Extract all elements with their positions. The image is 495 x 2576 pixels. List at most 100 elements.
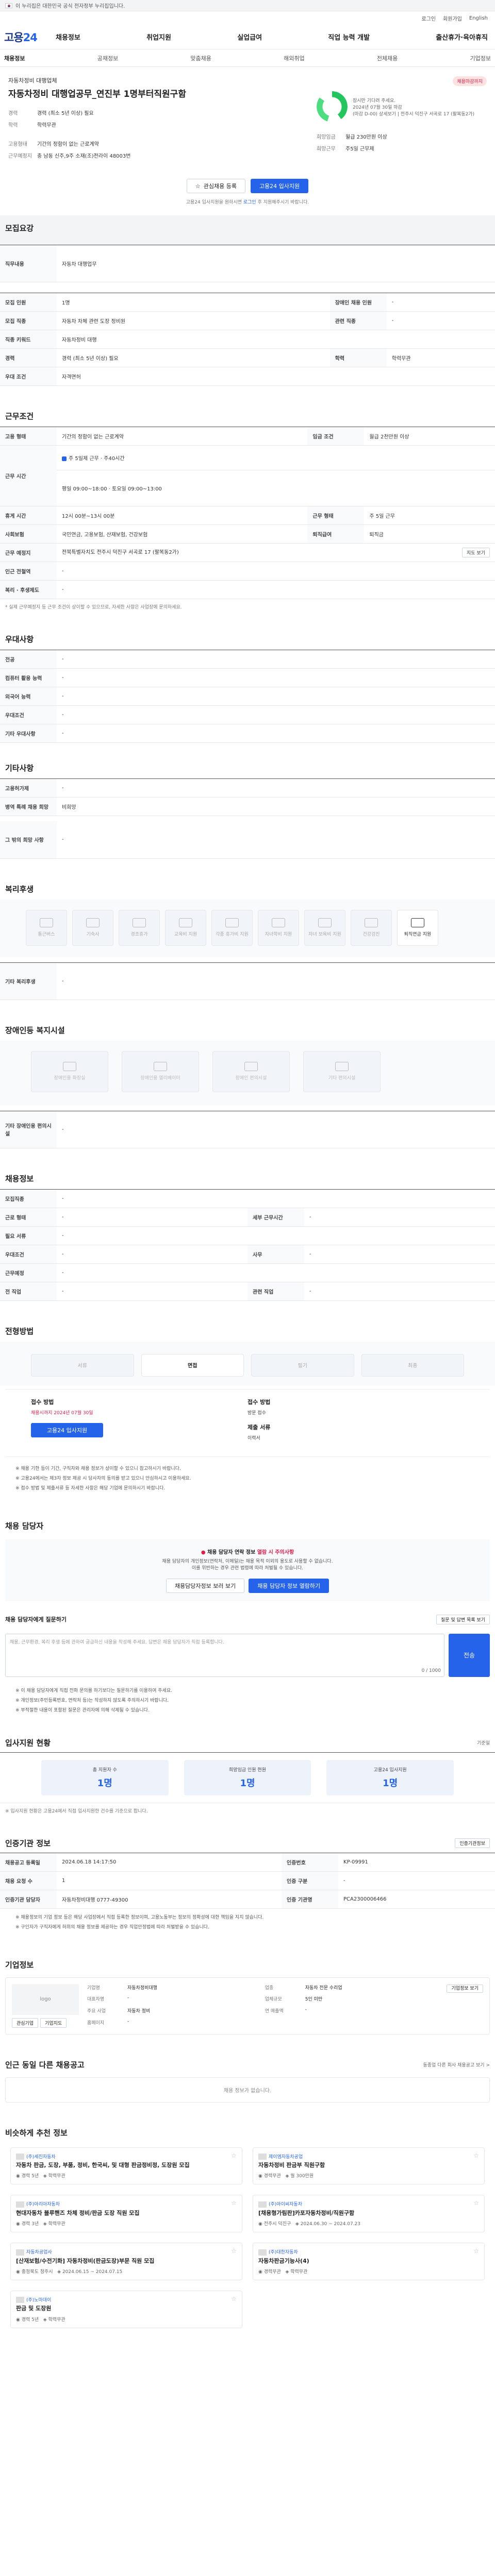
gov-bar: 이 누리집은 대한민국 공식 전자정부 누리집입니다. <box>0 0 495 11</box>
cap-icon: ◈ <box>285 2174 289 2179</box>
star-icon[interactable]: ☆ <box>231 2152 237 2159</box>
site-logo[interactable]: 고용24 <box>4 29 56 45</box>
reco-card[interactable]: ☆ 자동차공업사 [산재보험/수전기화] 자동차정비(판금도장)부문 직원 모집 ◉ … <box>10 2243 242 2280</box>
welfare-icon <box>86 918 100 927</box>
star-icon[interactable]: ☆ <box>473 2247 479 2255</box>
step-document: 서류 <box>31 1353 134 1377</box>
fav-company-button[interactable]: 관심기업 <box>12 2018 39 2028</box>
cap-icon: ◈ <box>43 2222 47 2227</box>
person-icon: ◉ <box>258 2222 262 2227</box>
reco-card[interactable]: ☆ (주)세진자동차 자동차 판금, 도장, 부품, 정비, 한국씨, 및 대형 판… <box>10 2147 242 2185</box>
util-bar: 로그인 회원가입 English <box>0 11 495 25</box>
step-written: 필기 <box>251 1353 354 1377</box>
star-icon[interactable]: ☆ <box>231 2295 237 2302</box>
alert-icon: ● <box>201 1549 206 1555</box>
login-note: 고용24 입사지원을 원하시면 로그인 후 지원해주시기 바랍니다. <box>186 200 309 205</box>
info-button[interactable]: 인증기관정보 <box>455 1838 490 1848</box>
gov-notice: 이 누리집은 대한민국 공식 전자정부 누리집입니다. <box>15 4 125 9</box>
facility-icon <box>244 1062 258 1071</box>
star-icon[interactable]: ☆ <box>473 2152 479 2159</box>
reco-card[interactable]: ☆ (주)아리아자동차 현대자동차 블루핸즈 차체 정비/판금 도장 직원 모집 ◉ … <box>10 2195 242 2233</box>
loading-indicator: 잠시만 기다려 주세요. 2024년 07월 30일 마감 (마감 D-00) … <box>317 86 487 127</box>
contact-open-button[interactable]: 채용 담당자 정보 열람하기 <box>249 1578 329 1593</box>
person-icon: ◉ <box>16 2174 20 2179</box>
info-table: 채용공고 등록일 2024.06.18 14:17:50 인증번호 KP-09991 … <box>0 1852 495 1909</box>
step-interview: 면접 <box>141 1353 244 1377</box>
company-logo-icon <box>258 2249 267 2256</box>
lnb-item[interactable]: 해외취업 <box>284 54 304 62</box>
reco-card[interactable]: ☆ (주)대한자동차 자동차판금기능사(4) ◉ 경력무관 ◈ 학력무관 <box>253 2243 485 2280</box>
star-icon[interactable]: ☆ <box>231 2247 237 2255</box>
facility-icon <box>335 1062 349 1071</box>
welfare-item: 경조휴가 <box>119 909 160 946</box>
language-link[interactable]: English <box>469 15 488 21</box>
lnb-item[interactable]: 맞춤채용 <box>190 54 211 62</box>
company-field: 업체규모 <box>265 1997 282 2003</box>
signup-link[interactable]: 회원가입 <box>443 14 462 22</box>
recruit-section: 모집요강 <box>0 215 495 245</box>
company-name[interactable]: 자동차정비 대행업체 <box>8 76 317 84</box>
lnb-item[interactable]: 전체채용 <box>377 54 398 62</box>
welfare-icon <box>225 918 239 927</box>
reco-card[interactable]: ☆ 제이엠자동차공업 자동차정비 판금부 직원구함 ◉ 경력무관 ◈ 월 300만원 <box>253 2147 485 2185</box>
company-info-button[interactable]: 기업정보 보기 <box>447 1984 483 1993</box>
company-field: - <box>305 2007 307 2012</box>
apply-info: 접수 방법 채용시까지 2024년 07월 30일 고용24 입사지원 접수 방… <box>5 1388 490 1457</box>
send-button[interactable]: 전송 <box>449 1633 490 1677</box>
contact-view-button[interactable]: 채용담당자정보 보러 보기 <box>166 1578 245 1593</box>
similar-link[interactable]: 동종업 다른 회사 채용공고 보기 > <box>423 2061 490 2068</box>
question-input[interactable]: 채용, 근무환경, 복리 후생 등에 관하여 궁금하신 내용을 작성해 주세요.… <box>5 1633 444 1677</box>
save-interest-button[interactable]: ☆ 관심채용 등록 <box>186 179 245 193</box>
apply-button-2[interactable]: 고용24 입사지원 <box>31 1422 103 1437</box>
cap-icon: ◈ <box>295 2222 299 2227</box>
welfare-item: 건강검진 <box>351 909 392 946</box>
reco-card[interactable]: ☆ (주)노마데이 판금 및 도장원 ◉ 경력 5년 ◈ 학력무관 <box>10 2290 242 2328</box>
step-final: 최종 <box>361 1353 464 1377</box>
etc-table: 고용허가제 - 병역 특례 채용 희망 비희망 <box>0 778 495 816</box>
spinner-icon <box>317 91 348 122</box>
work-title: 근무조건 <box>5 412 34 421</box>
map-button[interactable]: 지도 보기 <box>462 548 490 557</box>
company-field: 홈페이지 <box>87 2020 105 2026</box>
nav-employment-support[interactable]: 취업지원 <box>146 32 171 42</box>
reco-card[interactable]: ☆ (주)아이씨자동차 [채용형가림판]카포자동차정비/직원구함 ◉ 전주시 덕진구 … <box>253 2195 485 2233</box>
star-icon[interactable]: ☆ <box>231 2199 237 2207</box>
star-icon[interactable]: ☆ <box>473 2199 479 2207</box>
nav-leave[interactable]: 출산휴가·육아휴직 <box>436 32 488 42</box>
company-field <box>305 2019 439 2028</box>
company-logo: logo <box>12 1984 79 2015</box>
company-field <box>265 2019 301 2028</box>
company-logo-icon <box>258 2201 267 2208</box>
company-logo-icon <box>16 2249 24 2256</box>
nav-unemployment[interactable]: 실업급여 <box>237 32 262 42</box>
login-link[interactable]: 로그인 <box>421 14 436 22</box>
company-field: 자동차 전문 수리업 <box>305 1985 342 1991</box>
facility-icon <box>63 1062 76 1071</box>
welfare-item: 각종 휴가비 지원 <box>211 909 253 946</box>
pref-table: 전공 - 컴퓨터 활용 능력 - 외국어 능력 - 우대조건 - 기타 우대사항 - <box>0 650 495 743</box>
company-table: 모집직종 - 근로 형태 - 세부 근무시간 - 필요 서류 - 우대조건 - 사무 - 근무예… <box>0 1189 495 1301</box>
welfare-icon <box>179 918 192 927</box>
company-field: 자동차 정비 <box>127 2009 151 2014</box>
welfare-item: 통근버스 <box>26 909 67 946</box>
company-map-button[interactable]: 기업지도 <box>40 2018 67 2028</box>
local-nav: 채용정보 공채정보 맞춤채용 해외취업 전체채용 기업정보 <box>0 49 495 67</box>
company-field: - <box>127 1995 129 2001</box>
company-field: 자동차정비대행 <box>127 1985 157 1991</box>
reco-list: ☆ (주)세진자동차 자동차 판금, 도장, 부품, 정비, 한국씨, 및 대형 판… <box>0 2142 495 2333</box>
company-logo-icon <box>258 2154 267 2160</box>
lnb-item[interactable]: 채용정보 <box>4 54 25 62</box>
company-field: 5인 미만 <box>305 1997 323 2003</box>
welfare-icon <box>133 918 146 927</box>
apply-button[interactable]: 고용24 입사지원 <box>250 179 309 193</box>
qa-form: 채용, 근무환경, 복리 후생 등에 관하여 궁금하신 내용을 작성해 주세요.… <box>0 1629 495 1682</box>
login-link[interactable]: 로그인 <box>243 200 256 205</box>
qa-list-link[interactable]: 질문 및 답변 목록 보기 <box>436 1614 490 1624</box>
person-icon: ◉ <box>16 2222 20 2227</box>
nav-training[interactable]: 직업 능력 개발 <box>328 32 370 42</box>
lnb-item[interactable]: 공채정보 <box>97 54 118 62</box>
cap-icon: ◈ <box>43 2174 47 2179</box>
global-nav: 고용24 채용정보 취업지원 실업급여 직업 능력 개발 출산휴가·육아휴직 <box>0 25 495 49</box>
lnb-item[interactable]: 기업정보 <box>470 54 491 62</box>
nav-jobs[interactable]: 채용정보 <box>56 32 80 42</box>
